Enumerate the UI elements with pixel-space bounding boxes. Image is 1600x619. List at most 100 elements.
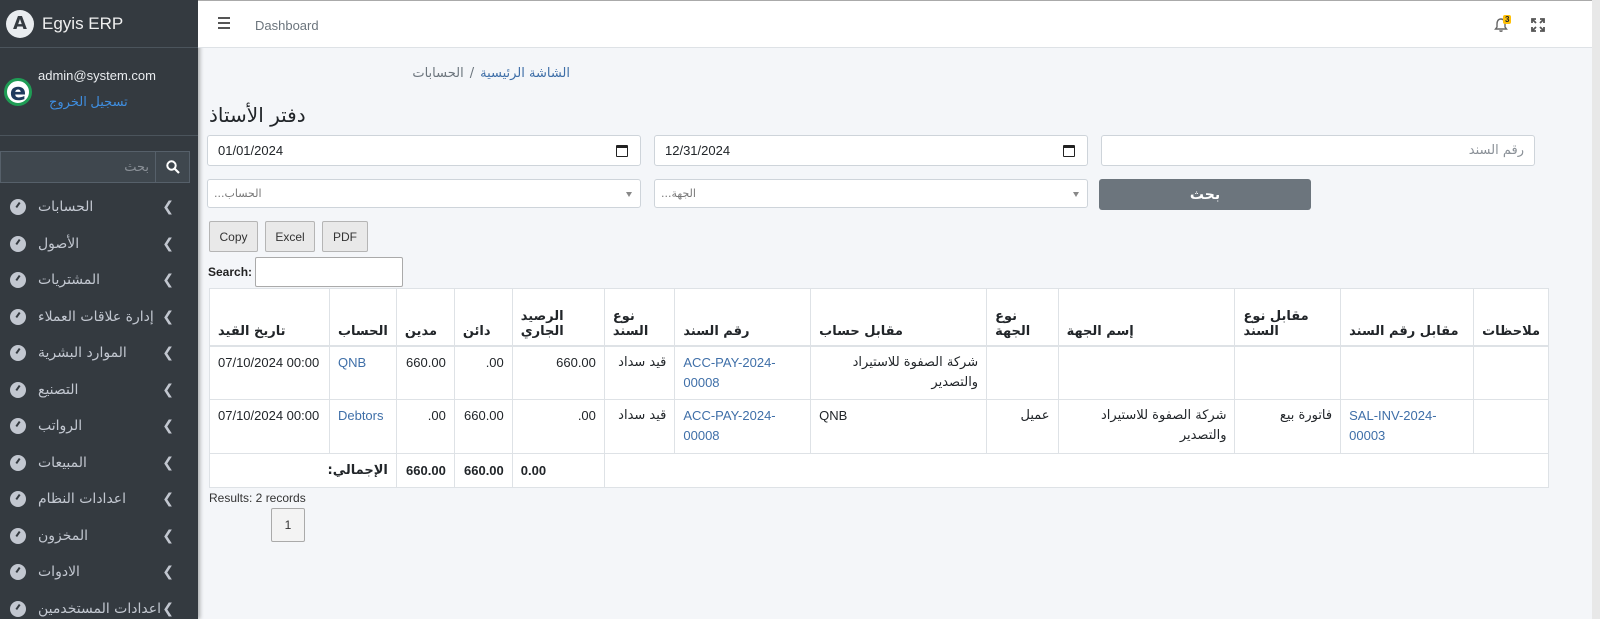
fullscreen-icon[interactable] xyxy=(1531,18,1545,32)
sidebar-item-label: الادوات xyxy=(38,564,80,581)
sidebar-item-purchases[interactable]: المشتريات ❮ xyxy=(0,262,198,299)
logout-link[interactable]: تسجيل الخروج xyxy=(49,94,128,110)
totals-empty xyxy=(603,453,1550,488)
column-header-party-name[interactable]: إسم الجهة xyxy=(1057,288,1236,347)
sidebar-item-assets[interactable]: الأصول ❮ xyxy=(0,226,198,263)
tachometer-icon xyxy=(10,199,26,216)
tachometer-icon xyxy=(10,381,26,398)
breadcrumb-current: الحسابات xyxy=(412,66,464,81)
column-header-notes[interactable]: ملاحظات xyxy=(1473,288,1549,347)
sidebar-item-hr[interactable]: الموارد البشرية ❮ xyxy=(0,335,198,372)
column-header-balance[interactable]: الرصيد الجاري xyxy=(511,288,605,347)
cell-counter-voucher-type xyxy=(1234,345,1342,400)
breadcrumb-home-link[interactable]: الشاشة الرئيسية xyxy=(480,66,570,81)
chevron-left-icon: ❮ xyxy=(162,491,174,508)
tachometer-icon xyxy=(10,491,26,508)
calendar-icon[interactable] xyxy=(616,145,628,157)
excel-button[interactable]: Excel xyxy=(265,221,315,252)
column-header-account[interactable]: الحساب xyxy=(328,288,397,347)
column-header-date[interactable]: تاريخ القيد xyxy=(209,288,330,347)
user-email[interactable]: admin@system.com xyxy=(38,68,156,83)
search-button[interactable]: بحث xyxy=(1099,179,1311,210)
pagination-page-1[interactable]: 1 xyxy=(271,508,305,542)
sidebar-search-button[interactable] xyxy=(155,151,190,183)
sidebar-item-accounts[interactable]: الحسابات ❮ xyxy=(0,189,198,226)
brand-link[interactable]: A Egyis ERP xyxy=(0,0,198,48)
cell-credit: 660.00 xyxy=(453,399,513,454)
column-header-voucher-type[interactable]: نوع السند xyxy=(603,288,676,347)
copy-button[interactable]: Copy xyxy=(209,221,258,252)
sidebar-item-tools[interactable]: الادوات ❮ xyxy=(0,554,198,591)
breadcrumb-separator: / xyxy=(469,66,475,81)
cell-counter-account: QNB xyxy=(810,399,988,454)
column-header-credit[interactable]: دائن xyxy=(453,288,513,347)
main-content: الشاشة الرئيسية / الحسابات دفتر الأستاذ 01… xyxy=(198,48,1592,619)
top-navbar: Dashboard 3 xyxy=(198,0,1600,48)
sidebar-search-input[interactable] xyxy=(0,151,155,183)
sidebar-item-inventory[interactable]: المخزون ❮ xyxy=(0,518,198,555)
cell-party-name: شركة الصفوة للاستيراد والتصدير xyxy=(1057,399,1236,454)
sidebar-item-label: إدارة علاقات العملاء xyxy=(38,308,154,325)
chevron-left-icon: ❮ xyxy=(162,272,174,289)
sidebar-item-crm[interactable]: إدارة علاقات العملاء ❮ xyxy=(0,299,198,336)
sidebar-item-sales[interactable]: المبيعات ❮ xyxy=(0,445,198,482)
voucher-number-input[interactable]: رقم السند xyxy=(1101,135,1535,166)
tachometer-icon xyxy=(10,527,26,544)
cell-party-type xyxy=(986,345,1059,400)
table-header-row: تاريخ القيد الحساب مدين دائن الرصيد الجا… xyxy=(209,288,1549,347)
party-select[interactable]: الجهة... xyxy=(654,179,1088,208)
cell-balance: 660.00 xyxy=(511,345,605,400)
tachometer-icon xyxy=(10,235,26,252)
cell-notes xyxy=(1473,399,1549,454)
account-select-placeholder: الحساب... xyxy=(214,187,262,200)
cell-debit: .00 xyxy=(395,399,455,454)
sidebar-item-label: الموارد البشرية xyxy=(38,345,127,362)
calendar-icon[interactable] xyxy=(1063,145,1075,157)
date-from-field[interactable]: 01/01/2024 xyxy=(207,135,641,166)
column-header-counter-voucher-no[interactable]: مقابل رقم السند xyxy=(1340,288,1475,347)
sidebar-item-payroll[interactable]: الرواتب ❮ xyxy=(0,408,198,445)
sidebar-divider xyxy=(0,135,198,136)
table-search-input[interactable] xyxy=(255,257,403,287)
notification-badge: 3 xyxy=(1503,15,1512,24)
voucher-link[interactable]: ACC-PAY-2024-00008 xyxy=(683,408,775,443)
results-count: Results: 2 records xyxy=(209,491,306,505)
ledger-table: تاريخ القيد الحساب مدين دائن الرصيد الجا… xyxy=(209,288,1550,488)
table-row: 07/10/2024 00:00 QNB 660.00 .00 660.00 ق… xyxy=(209,345,1549,400)
chevron-left-icon: ❮ xyxy=(162,454,174,471)
tachometer-icon xyxy=(10,564,26,581)
chevron-left-icon: ❮ xyxy=(162,381,174,398)
table-row: 07/10/2024 00:00 Debtors .00 660.00 .00 … xyxy=(209,399,1549,454)
page-scrollbar[interactable] xyxy=(1592,0,1600,619)
account-link[interactable]: Debtors xyxy=(338,408,384,423)
cell-counter-voucher-type: فاتورة بيع xyxy=(1234,399,1342,454)
account-select[interactable]: الحساب... xyxy=(207,179,641,208)
sidebar-item-system-settings[interactable]: اعدادات النظام ❮ xyxy=(0,481,198,518)
dashboard-link[interactable]: Dashboard xyxy=(255,18,319,33)
column-header-party-type[interactable]: نوع الجهة xyxy=(986,288,1059,347)
voucher-link[interactable]: ACC-PAY-2024-00008 xyxy=(683,355,775,390)
total-balance: 0.00 xyxy=(511,453,605,488)
sidebar-item-manufacturing[interactable]: التصنيع ❮ xyxy=(0,372,198,409)
tachometer-icon xyxy=(10,272,26,289)
tachometer-icon xyxy=(10,345,26,362)
tachometer-icon xyxy=(10,308,26,325)
tachometer-icon xyxy=(10,418,26,435)
sidebar-item-label: المشتريات xyxy=(38,272,101,289)
date-to-field[interactable]: 12/31/2024 xyxy=(654,135,1088,166)
chevron-left-icon: ❮ xyxy=(162,345,174,362)
column-header-counter-account[interactable]: مقابل حساب xyxy=(810,288,988,347)
table-search-label: Search: xyxy=(208,265,253,279)
pdf-button[interactable]: PDF xyxy=(322,221,368,252)
sidebar-item-user-settings[interactable]: اعدادات المستخدمين ❮ xyxy=(0,591,198,619)
column-header-debit[interactable]: مدين xyxy=(395,288,455,347)
menu-toggle-icon[interactable] xyxy=(218,17,230,29)
column-header-counter-voucher-type[interactable]: مقابل نوع السند xyxy=(1234,288,1342,347)
caret-down-icon xyxy=(1073,192,1079,197)
sidebar-item-label: المبيعات xyxy=(38,454,87,471)
counter-voucher-link[interactable]: SAL-INV-2024-00003 xyxy=(1349,408,1436,443)
cell-party-name xyxy=(1057,345,1236,400)
column-header-voucher-no[interactable]: رقم السند xyxy=(674,288,812,347)
chevron-left-icon: ❮ xyxy=(162,564,174,581)
account-link[interactable]: QNB xyxy=(338,355,366,370)
